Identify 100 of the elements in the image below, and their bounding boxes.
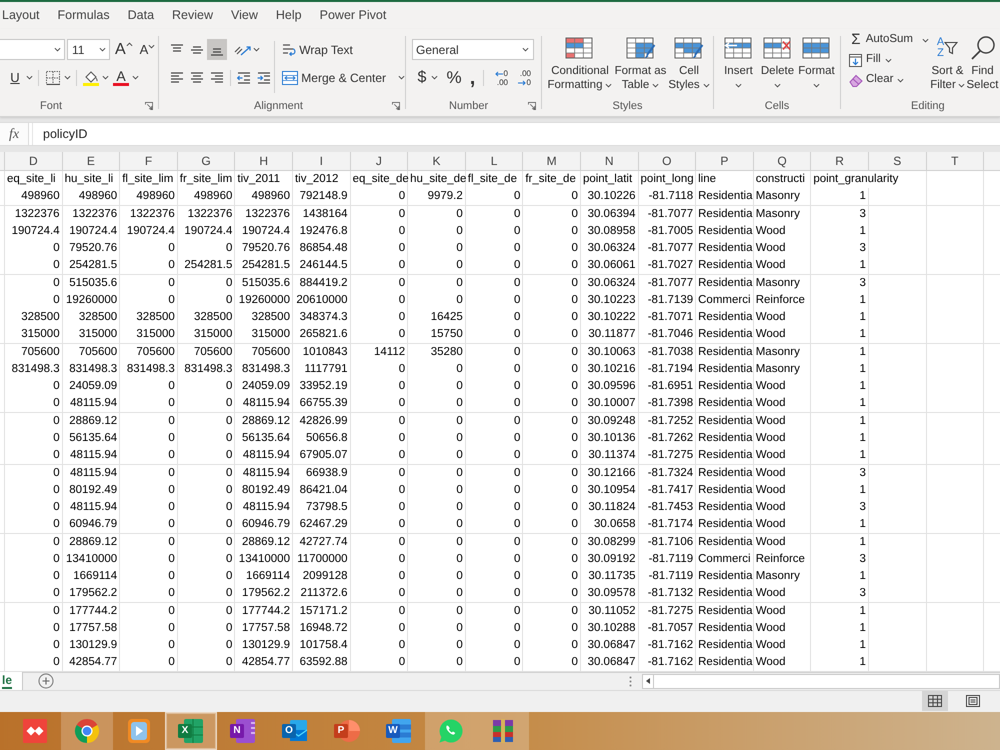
wrap-text-icon [282, 42, 296, 56]
caret-icon [884, 58, 892, 62]
dropdown-caret-icon[interactable] [431, 75, 438, 80]
taskbar-button[interactable]: N [217, 712, 269, 750]
caret-icon [702, 82, 710, 88]
taskbar-button[interactable]: P [321, 712, 373, 750]
grow-font-button[interactable]: A [115, 39, 133, 60]
delete-cells-icon [762, 36, 792, 60]
grid-icon [928, 695, 942, 708]
taskbar-button[interactable]: W [373, 712, 425, 750]
caret-icon [735, 82, 742, 88]
align-right-icon [210, 72, 224, 84]
formula-input-field[interactable]: policyID [32, 123, 1000, 145]
group-label: Number [449, 98, 488, 114]
sort-filter-button[interactable]: A Z Sort & Filter [929, 29, 966, 96]
function-label[interactable]: fx [0, 123, 29, 145]
increase-indent-icon [257, 72, 271, 84]
increase-decimal-button[interactable]: 0 .00 [489, 67, 508, 88]
group-label: Alignment [254, 98, 303, 114]
caret-icon [922, 38, 929, 42]
dialog-launcher-icon[interactable] [528, 102, 536, 110]
sheet-tab[interactable]: le [0, 672, 24, 690]
comma-style-button[interactable]: , [468, 67, 477, 88]
left-arrow-icon [494, 70, 503, 76]
ribbon-tab[interactable]: Review [172, 4, 214, 26]
group-label: Editing [911, 98, 945, 114]
page-icon [966, 695, 980, 708]
cell-styles-icon [674, 36, 704, 60]
fill-down-icon [849, 54, 862, 66]
conditional-format-icon [565, 36, 595, 60]
style-ribbon-button[interactable]: Cell Styles [667, 29, 711, 96]
align-left-icon [170, 72, 184, 84]
dropdown-caret-icon[interactable] [26, 75, 33, 80]
number-format-field[interactable]: General [412, 39, 534, 60]
add-sheet-button[interactable] [38, 673, 54, 690]
ribbon-tab[interactable]: Data [128, 4, 154, 26]
dropdown-caret-icon[interactable] [132, 75, 139, 80]
caret-icon [126, 42, 133, 47]
presentation-icon [334, 718, 360, 744]
caret-icon [774, 82, 781, 88]
bottom-align-button[interactable] [207, 39, 227, 60]
caret-icon [54, 47, 61, 52]
ribbon-tab[interactable]: Layout [2, 4, 40, 26]
chat-bubble-icon [438, 718, 464, 744]
play-icon [126, 718, 152, 744]
middle-align-icon [190, 44, 204, 56]
scroll-left-button[interactable] [642, 674, 654, 689]
normal-view-button[interactable] [922, 691, 948, 712]
caret-icon [958, 82, 965, 88]
taskbar-button[interactable] [477, 712, 529, 750]
document-icon [386, 718, 412, 744]
search-icon [970, 35, 996, 61]
ribbon-tab[interactable]: Power Pivot [320, 4, 386, 26]
clear-button[interactable]: Clear [849, 70, 929, 90]
caret-icon [522, 47, 529, 52]
format-table-icon [626, 36, 656, 60]
group-label: Font [40, 98, 62, 114]
caret-icon [605, 82, 612, 88]
caret-icon [253, 47, 260, 52]
shrink-font-button[interactable]: A [140, 39, 156, 60]
caret-icon [813, 82, 820, 88]
merge-center-button[interactable]: Merge & Center [282, 67, 405, 88]
currency-button[interactable]: $ [416, 67, 428, 88]
ribbon-tab[interactable]: Formulas [58, 4, 110, 26]
diamonds-app-icon [22, 718, 48, 744]
dropdown-caret-icon[interactable] [64, 75, 71, 80]
caret-icon [398, 75, 405, 80]
taskbar-button[interactable] [61, 712, 113, 750]
horizontal-scrollbar[interactable] [654, 674, 1000, 689]
wrap-text-button[interactable]: Wrap Text [282, 39, 405, 60]
books-stack-icon [490, 718, 516, 744]
caret-icon [897, 78, 904, 82]
style-ribbon-button[interactable]: Conditional Formatting [546, 29, 614, 96]
dialog-launcher-icon[interactable] [145, 102, 153, 110]
dropdown-caret-icon[interactable] [102, 75, 109, 80]
group-label: Styles [612, 98, 642, 114]
percent-button[interactable]: % [446, 67, 462, 88]
right-arrow-icon [518, 80, 526, 86]
merge-cells-icon [282, 70, 298, 84]
cells-ribbon-button[interactable]: Format [797, 29, 836, 96]
cells-ribbon-button[interactable]: Insert [719, 29, 758, 96]
ribbon-tab[interactable]: View [231, 4, 258, 26]
fill-button[interactable]: Fill [849, 50, 929, 70]
font-color-button[interactable]: A [113, 67, 129, 88]
dialog-launcher-icon[interactable] [392, 102, 400, 110]
font-size-field[interactable]: 11 [67, 39, 110, 60]
caret-icon [148, 44, 156, 49]
find-select-button[interactable]: Find Select [966, 29, 999, 96]
plus-icon [38, 673, 54, 690]
ribbon-tab[interactable]: Help [276, 4, 302, 26]
decrease-decimal-button[interactable]: .00 0 [512, 67, 531, 88]
drag-handle-icon[interactable] [629, 676, 632, 687]
font-name-field[interactable] [0, 39, 65, 60]
taskbar-button[interactable]: X [165, 712, 217, 750]
underline-button[interactable]: U [9, 67, 21, 88]
style-ribbon-button[interactable]: Format as Table [614, 29, 667, 96]
taskbar-button[interactable]: O [269, 712, 321, 750]
caret-icon [99, 47, 106, 52]
autosum-button[interactable]: Σ AutoSum [849, 30, 929, 50]
cells-ribbon-button[interactable]: Delete [758, 29, 797, 96]
